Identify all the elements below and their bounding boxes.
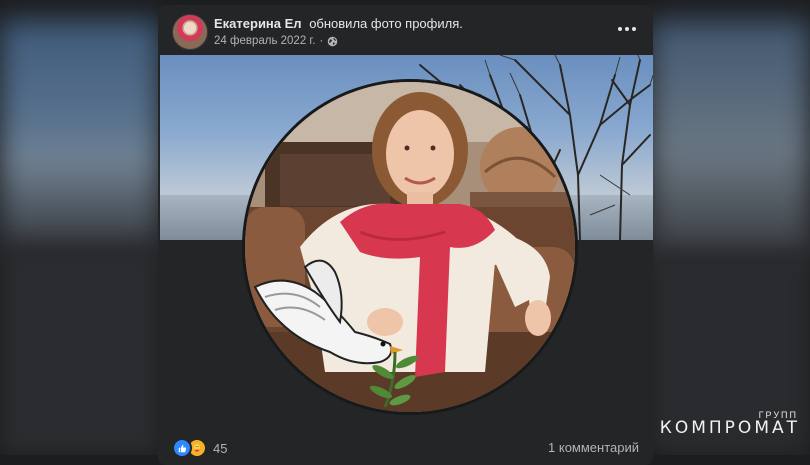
profile-picture [242, 79, 578, 415]
post-footer: 45 1 комментарий [158, 433, 653, 464]
post-card: Екатерина Ел обновила фото профиля. 24 ф… [158, 5, 653, 465]
post-meta: 24 февраль 2022 г. · [214, 35, 338, 47]
reaction-count: 45 [213, 440, 228, 456]
watermark-logo: ГРУПП КОМПРОМАТ [650, 410, 800, 440]
background-blur-left [0, 20, 160, 250]
post-title-line: Екатерина Ел обновила фото профиля. [214, 16, 463, 31]
profile-photo-update[interactable] [160, 55, 653, 430]
more-horizontal-icon[interactable] [613, 19, 641, 39]
background-blur-left-lower [0, 250, 160, 455]
post-action-text: обновила фото профиля. [309, 16, 463, 31]
watermark-main-text: КОМПРОМАТ [659, 418, 800, 438]
author-avatar[interactable] [172, 14, 208, 50]
profile-picture-art [245, 82, 575, 412]
more-dot [618, 27, 622, 31]
like-reaction-icon [172, 438, 192, 458]
globe-icon[interactable] [327, 36, 338, 47]
more-dot [632, 27, 636, 31]
meta-separator: · [319, 35, 324, 47]
post-date[interactable]: 24 февраль 2022 г. [214, 35, 315, 47]
reactions-summary[interactable]: 45 [172, 438, 227, 458]
background-blur-right [650, 20, 810, 260]
more-dot [625, 27, 629, 31]
post-header: Екатерина Ел обновила фото профиля. 24 ф… [158, 5, 653, 57]
comments-count-link[interactable]: 1 комментарий [548, 440, 639, 455]
author-name[interactable]: Екатерина Ел [214, 16, 302, 31]
